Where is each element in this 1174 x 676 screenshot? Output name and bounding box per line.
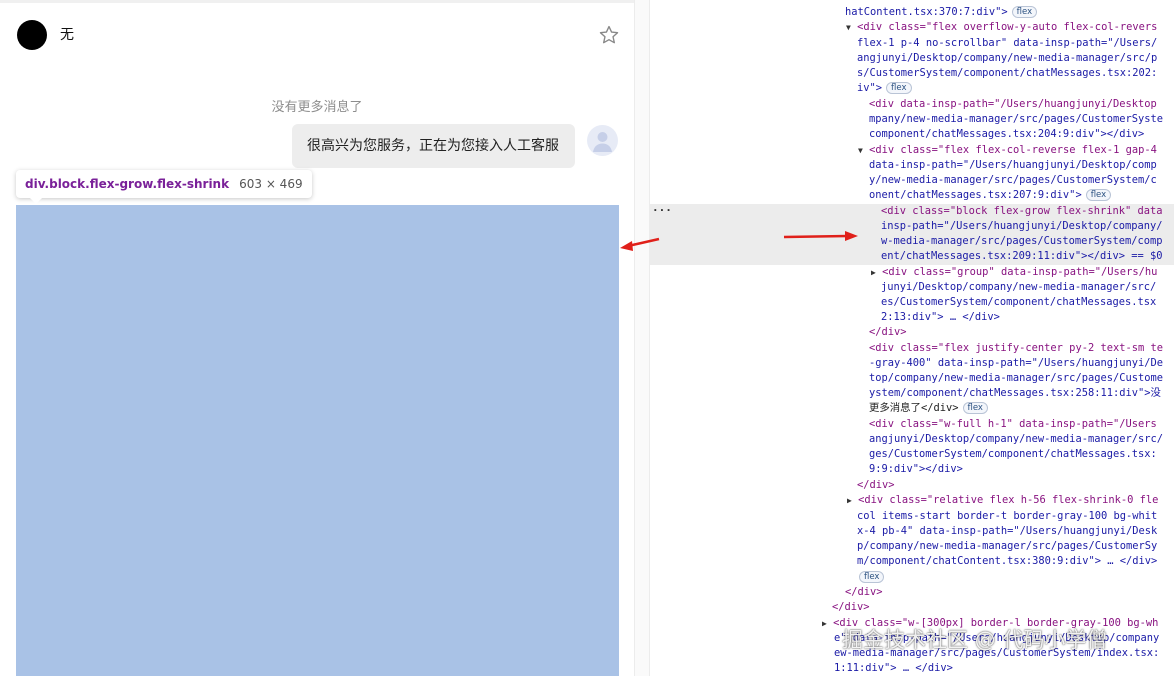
chat-panel: 无 没有更多消息了 很高兴为您服务，正在为您接入人工客服 div.block.f… (0, 0, 634, 676)
dom-line: p/company/new-media-manager/src/pages/Cu… (857, 540, 1158, 552)
dom-line: m/component/chatContent.tsx:380:9:div"> … (857, 555, 1158, 567)
dom-line[interactable]: <div class="flex justify-center py-2 tex… (869, 341, 1163, 356)
dom-line[interactable]: ▼ <div class="flex overflow-y-auto flex-… (846, 20, 1157, 35)
flex-badge[interactable]: flex (1085, 189, 1112, 201)
panel-divider[interactable] (634, 0, 650, 676)
dom-line: 1:11:div"> … </div> (834, 662, 953, 674)
dom-line: </div> (857, 479, 895, 491)
contact-name: 无 (60, 27, 74, 43)
dom-line: -gray-400" data-insp-path="/Users/huangj… (869, 357, 1164, 369)
user-avatar (587, 125, 618, 156)
dom-line: ges/CustomerSystem/component/chatMessage… (869, 448, 1157, 460)
watermark: 掘金技术社区 @ 代码小学僧 (842, 628, 1108, 652)
flex-badge[interactable]: flex (1011, 6, 1038, 18)
dom-line: angjunyi/Desktop/company/new-media-manag… (857, 52, 1158, 64)
dom-line[interactable]: ▶ <div class="relative flex h-56 flex-sh… (847, 493, 1158, 508)
dom-line: </div> (845, 586, 883, 598)
dom-line: </div> (869, 326, 907, 338)
flex-badge[interactable]: flex (886, 82, 912, 94)
collapse-triangle-icon[interactable]: ▶ (871, 268, 876, 277)
dom-line: onent/chatMessages.tsx:207:9:div"> flex (869, 188, 1112, 203)
dom-line: col items-start border-t border-gray-100… (857, 510, 1158, 522)
expand-triangle-icon[interactable]: ▼ (846, 23, 851, 32)
dom-line: junyi/Desktop/company/new-media-manager/… (881, 281, 1157, 293)
dom-line: 2:13:div"> … </div> (881, 311, 1000, 323)
dom-line: top/company/new-media-manager/src/pages/… (869, 372, 1164, 384)
message-bubble: 很高兴为您服务，正在为您接入人工客服 (292, 124, 575, 168)
dom-line[interactable]: ▼ <div class="flex flex-col-reverse flex… (858, 143, 1157, 158)
dom-line: mpany/new-media-manager/src/pages/Custom… (869, 113, 1164, 125)
dom-line: flex (855, 570, 885, 585)
inspected-element-highlight (16, 205, 619, 676)
dom-line: data-insp-path="/Users/huangjunyi/Deskto… (869, 159, 1157, 171)
dom-line[interactable]: <div data-insp-path="/Users/huangjunyi/D… (869, 97, 1157, 112)
dom-line: component/chatMessages.tsx:204:9:div"></… (869, 128, 1145, 140)
devtools-elements-panel: ··· hatContent.tsx:370:7:div"> flex ▼ <di… (650, 0, 1174, 676)
dom-line-selected[interactable]: <div class="block flex-grow flex-shrink"… (881, 204, 1163, 219)
dom-line: insp-path="/Users/huangjunyi/Desktop/com… (881, 220, 1163, 232)
dom-line: 9:9:div"></div> (869, 463, 963, 475)
dom-line: x-4 pb-4" data-insp-path="/Users/huangju… (857, 525, 1158, 537)
tooltip-selector: div.block.flex-grow.flex-shrink (25, 177, 230, 191)
tooltip-size: 603 × 469 (239, 177, 303, 191)
star-icon[interactable] (598, 24, 620, 46)
dom-line: </div> (832, 601, 870, 613)
dom-line[interactable]: ▶ <div class="group" data-insp-path="/Us… (871, 265, 1157, 280)
dom-line: iv"> flex (857, 81, 912, 96)
dom-line: hatContent.tsx:370:7:div"> flex (845, 5, 1038, 20)
collapse-triangle-icon[interactable]: ▶ (822, 619, 827, 628)
chat-top-border (0, 0, 634, 3)
flex-badge[interactable]: flex (859, 571, 885, 583)
user-icon (593, 132, 612, 152)
dom-line: angjunyi/Desktop/company/new-media-manag… (869, 433, 1164, 445)
dom-line: w-media-manager/src/pages/CustomerSystem… (881, 235, 1163, 247)
dom-line: ent/chatMessages.tsx:209:11:div"></div> … (881, 250, 1163, 262)
contact-avatar[interactable] (17, 20, 47, 50)
tooltip-tail (30, 198, 42, 204)
dom-line: s/CustomerSystem/component/chatMessages.… (857, 67, 1158, 79)
flex-badge[interactable]: flex (962, 402, 988, 414)
dom-line: ystem/component/chatMessages.tsx:258:11:… (869, 387, 1161, 399)
more-options-icon[interactable]: ··· (652, 205, 672, 217)
expand-triangle-icon[interactable]: ▼ (858, 146, 863, 155)
dom-line: 更多消息了</div> flex (869, 401, 988, 416)
collapse-triangle-icon[interactable]: ▶ (847, 496, 852, 505)
dom-line[interactable]: <div class="w-full h-1" data-insp-path="… (869, 417, 1157, 432)
dom-line: y/new-media-manager/src/pages/CustomerSy… (869, 174, 1157, 186)
inspector-tooltip: div.block.flex-grow.flex-shrink 603 × 469 (16, 170, 312, 204)
dom-line: flex-1 p-4 no-scrollbar" data-insp-path=… (857, 37, 1158, 49)
dom-line: es/CustomerSystem/component/chatMessages… (881, 296, 1157, 308)
no-more-messages: 没有更多消息了 (271, 100, 363, 115)
